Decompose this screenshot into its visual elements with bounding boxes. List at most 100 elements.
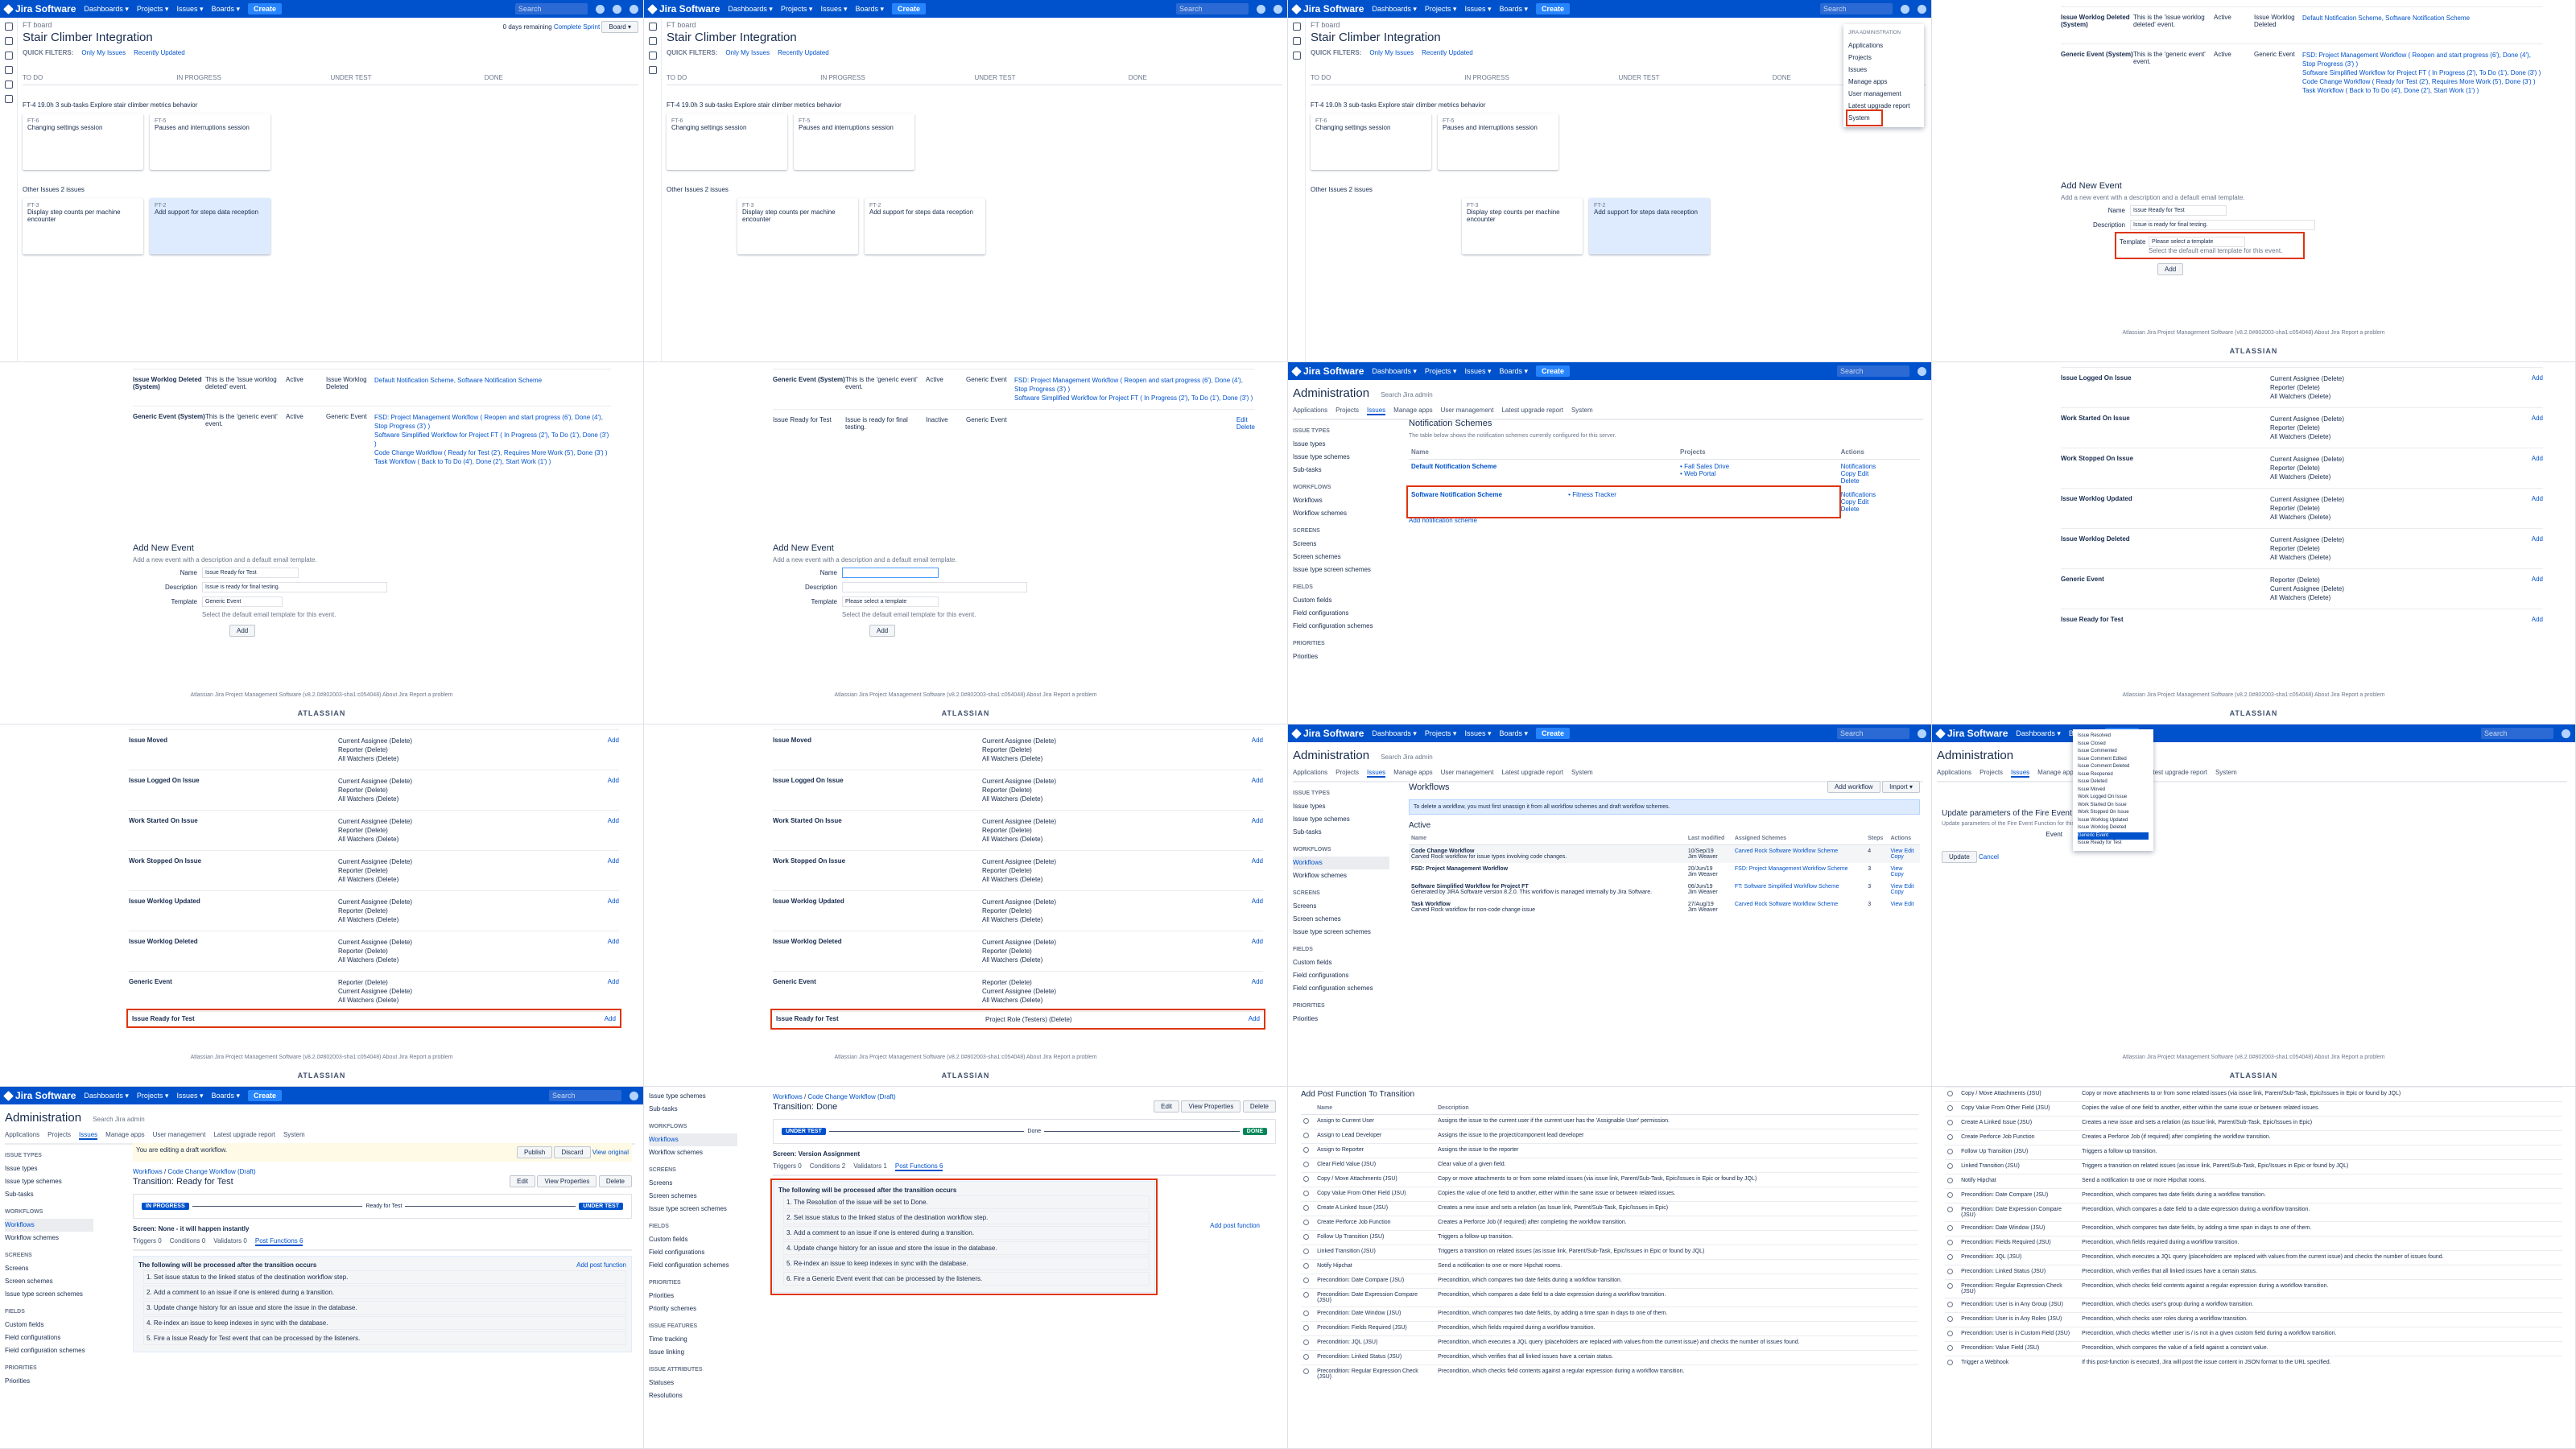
tab-validators[interactable]: Validators 0 [213,1237,247,1246]
menu-priorities[interactable]: Priorities [5,1375,93,1388]
tab-post-functions[interactable]: Post Functions 6 [254,1237,303,1246]
view-link[interactable]: View [1890,884,1902,890]
table-row[interactable]: Precondition: Regular Expression Check (… [1945,1279,2562,1298]
table-row[interactable]: Precondition: User is in Any Roles (JSU)… [1945,1312,2562,1327]
jira-logo[interactable]: Jira Software [3,1090,76,1101]
view-properties-button[interactable]: View Properties [1181,1100,1241,1113]
create-button[interactable]: Create [892,3,927,14]
edit-link[interactable]: Edit [1904,902,1913,907]
tab-manage-apps[interactable]: Manage apps [2037,769,2076,778]
reports-icon[interactable] [648,52,657,60]
nav-issues[interactable]: Issues ▾ [820,5,847,14]
search-input[interactable]: Search [515,3,588,14]
option[interactable]: Issue Resolved [2078,733,2149,741]
notifications-icon[interactable] [596,4,605,14]
radio-button[interactable] [1303,1176,1309,1182]
menu-sub-tasks[interactable]: Sub-tasks [1293,464,1389,477]
issue-card[interactable]: FT-6 Changing settings session [667,114,787,170]
name-field[interactable]: Issue Ready for Test [202,568,299,578]
nav-boards[interactable]: Boards ▾ [855,5,884,14]
issue-card[interactable]: FT-3 Display step counts per machine enco… [737,198,858,254]
tab-system[interactable]: System [1571,769,1593,778]
description-field[interactable]: Issue is ready for final testing. [2130,220,2315,230]
menu-projects[interactable]: Projects [1848,52,1919,64]
issue-card[interactable]: FT-5 Pauses and interruptions session [794,114,914,170]
menu-item[interactable]: Statuses [649,1377,737,1389]
add-link[interactable]: Add [1252,938,1263,964]
option[interactable]: Issue Worklog Deleted [2078,824,2149,832]
tab-applications[interactable]: Applications [1293,407,1327,415]
menu-workflow-schemes[interactable]: Workflow schemes [1293,507,1389,520]
add-link[interactable]: Add [608,777,619,803]
radio-button[interactable] [1947,1302,1953,1307]
table-row[interactable]: Precondition: JQL (JSU) Precondition, whi… [1301,1335,1918,1351]
menu-field-config-schemes[interactable]: Field configuration schemes [1293,982,1389,995]
menu-screens[interactable]: Screens [1293,538,1389,551]
tab-manage-apps[interactable]: Manage apps [1393,769,1432,778]
tab-applications[interactable]: Applications [1937,769,1971,778]
table-row[interactable]: Create Perforce Job Function Creates a Pe… [1945,1130,2562,1146]
releases-icon[interactable] [648,66,657,74]
filter-only-my-issues[interactable]: Only My Issues [1369,49,1414,56]
tab-conditions[interactable]: Conditions 0 [170,1237,205,1246]
option[interactable]: Issue Deleted [2078,778,2149,786]
breadcrumb-workflow[interactable]: Code Change Workflow (Draft) [167,1168,255,1175]
tab-system[interactable]: System [1571,407,1593,415]
event-select-list[interactable]: Issue Resolved Issue Closed Issue Commente… [2073,729,2153,851]
table-row[interactable]: Assign to Reporter Assigns the issue to t… [1301,1143,1918,1158]
nav-dashboards[interactable]: Dashboards ▾ [84,5,129,14]
filter-only-my-issues[interactable]: Only My Issues [725,49,770,56]
menu-issue-type-screen-schemes[interactable]: Issue type screen schemes [1293,564,1389,576]
menu-item[interactable]: Workflow schemes [649,1146,737,1159]
radio-button[interactable] [1303,1311,1309,1316]
edit-link[interactable]: Edit [1236,416,1248,423]
radio-button[interactable] [1947,1331,1953,1336]
cancel-link[interactable]: Cancel [1979,853,1999,861]
filter-recently-updated[interactable]: Recently Updated [1422,49,1473,56]
view-link[interactable]: View [1890,902,1902,907]
search-input[interactable]: Search [2481,728,2553,739]
menu-sub-tasks[interactable]: Sub-tasks [5,1188,93,1201]
menu-issue-type-screen-schemes[interactable]: Issue type screen schemes [5,1288,93,1301]
tab-issues[interactable]: Issues [2011,769,2030,778]
tab-upgrade-report[interactable]: Latest upgrade report [1501,407,1563,415]
tab-triggers[interactable]: Triggers 0 [133,1237,162,1246]
menu-item[interactable]: Issue linking [649,1346,737,1359]
radio-button[interactable] [1947,1207,1953,1212]
table-row[interactable]: Create A Linked Issue (JSU) Creates a new… [1945,1116,2562,1131]
menu-item[interactable]: Field configuration schemes [649,1259,737,1272]
filter-only-my-issues[interactable]: Only My Issues [81,49,126,56]
jira-logo[interactable]: Jira Software [1291,3,1364,14]
tab-upgrade-report[interactable]: Latest upgrade report [1501,769,1563,778]
event-workflows[interactable]: FSD: Project Management Workflow ( Reope… [2302,51,2543,118]
menu-workflow-schemes[interactable]: Workflow schemes [1293,869,1389,882]
edit-button[interactable]: Edit [1154,1100,1179,1113]
radio-button[interactable] [1947,1254,1953,1260]
table-row[interactable]: Copy / Move Attachments (JSU) Copy or mov… [1301,1172,1918,1187]
nav-projects[interactable]: Projects ▾ [1425,5,1457,14]
template-select[interactable]: Generic Event [202,597,283,607]
radio-button[interactable] [1947,1269,1953,1274]
update-button[interactable]: Update [1942,851,1977,863]
nav-projects[interactable]: Projects ▾ [1425,367,1457,376]
add-link[interactable]: Add [1252,898,1263,924]
avatar[interactable] [630,1091,638,1100]
radio-button[interactable] [1303,1133,1309,1138]
radio-button[interactable] [1303,1340,1309,1345]
radio-button[interactable] [1303,1147,1309,1153]
menu-item[interactable]: Priorities [649,1290,737,1302]
issue-card[interactable]: FT-2 Add support for steps data reception [865,198,985,254]
avatar[interactable] [1918,4,1926,14]
tab-issues[interactable]: Issues [1367,769,1386,778]
radio-button[interactable] [1303,1191,1309,1196]
radio-button[interactable] [1947,1360,1953,1365]
view-properties-button[interactable]: View Properties [537,1175,597,1187]
nav-dashboards[interactable]: Dashboards ▾ [2016,729,2061,738]
view-link[interactable]: View [1890,848,1902,854]
backlog-icon[interactable] [648,23,657,31]
other-issues-header[interactable]: Other Issues 2 issues [667,186,1282,193]
nav-dashboards[interactable]: Dashboards ▾ [1372,5,1417,14]
table-row[interactable]: Assign to Current User Assigns the issue … [1301,1114,1918,1129]
post-function[interactable]: Re-index an issue to keep indexes in syn… [143,1316,626,1330]
tab-projects[interactable]: Projects [47,1131,71,1140]
